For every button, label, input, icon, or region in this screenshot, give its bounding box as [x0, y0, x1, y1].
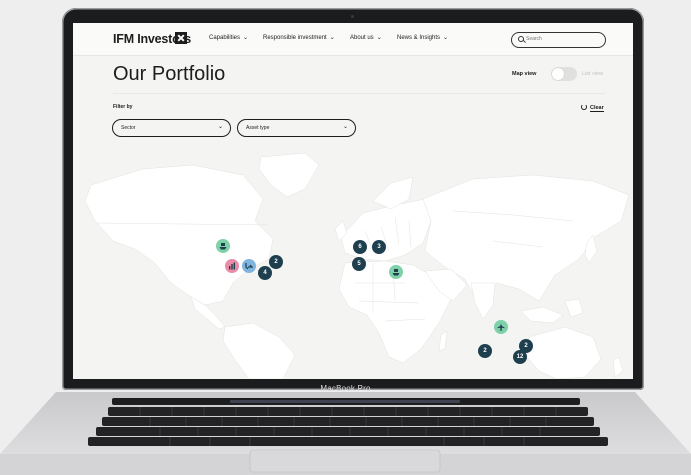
page-title: Our Portfolio — [113, 63, 226, 85]
nav-item-news-insights[interactable]: News & Insights ⌄ — [397, 34, 448, 41]
nav-item-responsible-investment[interactable]: Responsible investment ⌄ — [263, 34, 335, 41]
header-divider — [113, 93, 605, 94]
sector-dropdown[interactable]: Sector ⌄ — [112, 119, 231, 137]
map-cluster-marker[interactable]: 5 — [352, 257, 366, 271]
chevron-down-icon: ⌄ — [342, 124, 348, 130]
view-toggle[interactable] — [551, 67, 577, 81]
map-cluster-marker[interactable]: 3 — [372, 240, 386, 254]
map-cluster-marker[interactable]: 6 — [353, 240, 367, 254]
chevron-down-icon: ⌄ — [329, 35, 335, 41]
chevron-down-icon: ⌄ — [217, 124, 223, 130]
port-icon[interactable] — [216, 239, 230, 253]
logo-mark-icon[interactable] — [175, 32, 187, 44]
sector-dropdown-value: Sector — [121, 125, 136, 131]
transport-icon[interactable] — [242, 259, 256, 273]
top-nav: IFM Investors Capabilities ⌄ Responsible … — [73, 23, 633, 56]
nav-item-about-us[interactable]: About us ⌄ — [350, 34, 382, 41]
asset-type-dropdown-value: Asset type — [246, 125, 270, 131]
toggle-knob — [552, 68, 564, 80]
nav-item-capabilities[interactable]: Capabilities ⌄ — [209, 34, 248, 41]
reset-icon — [581, 104, 587, 110]
chevron-down-icon: ⌄ — [243, 35, 249, 41]
laptop-scene: IFM Investors Capabilities ⌄ Responsible … — [0, 0, 691, 475]
map-cluster-marker[interactable]: 12 — [513, 350, 527, 364]
chevron-down-icon: ⌄ — [443, 35, 449, 41]
asset-type-dropdown[interactable]: Asset type ⌄ — [237, 119, 356, 137]
airport-icon[interactable] — [494, 320, 508, 334]
search-box[interactable] — [511, 32, 606, 48]
laptop-keyboard-deck — [0, 392, 691, 475]
search-icon — [518, 36, 524, 42]
map-cluster-marker[interactable]: 2 — [269, 255, 283, 269]
map-cluster-marker[interactable]: 4 — [258, 266, 272, 280]
camera — [351, 15, 354, 18]
map-cluster-marker[interactable]: 2 — [478, 344, 492, 358]
clear-filters-button[interactable]: Clear — [581, 104, 604, 112]
chevron-down-icon: ⌄ — [376, 35, 382, 41]
map-view-label[interactable]: Map view — [512, 71, 536, 77]
browser-screen: IFM Investors Capabilities ⌄ Responsible … — [73, 23, 633, 379]
search-input[interactable] — [526, 34, 596, 44]
port-icon[interactable] — [389, 265, 403, 279]
filter-by-label: Filter by — [113, 104, 133, 110]
list-view-label[interactable]: List view — [582, 71, 603, 77]
bar-chart-icon[interactable] — [225, 259, 239, 273]
world-map[interactable]: 2 4 6 3 5 2 2 12 — [73, 151, 633, 379]
